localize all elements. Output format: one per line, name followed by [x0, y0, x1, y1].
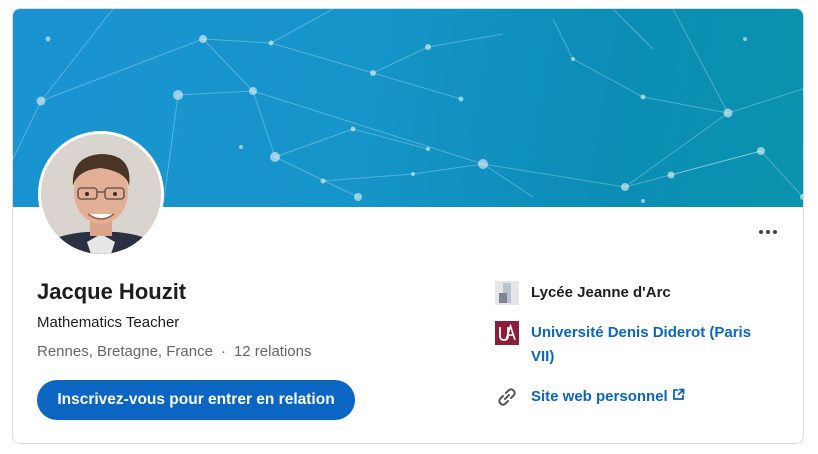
university-logo-icon [495, 321, 519, 345]
profile-meta: Rennes, Bretagne, France · 12 relations [37, 343, 312, 360]
sidebar-item-website[interactable]: Site web personnel [495, 385, 685, 409]
meta-separator: · [220, 343, 226, 360]
website-link[interactable]: Site web personnel [531, 385, 685, 409]
website-label: Site web personnel [531, 388, 668, 405]
external-link-icon [672, 385, 685, 409]
university-name[interactable]: Université Denis Diderot (Paris VII) [531, 321, 771, 369]
more-options-button[interactable] [753, 220, 783, 244]
profile-headline: Mathematics Teacher [37, 314, 180, 331]
school-name: Lycée Jeanne d'Arc [531, 284, 671, 301]
more-horizontal-icon [759, 230, 763, 234]
profile-photo [41, 134, 161, 254]
profile-location: Rennes, Bretagne, France [37, 343, 213, 360]
profile-card: Jacque Houzit Mathematics Teacher Rennes… [12, 8, 804, 444]
link-icon [495, 385, 519, 409]
avatar[interactable] [38, 131, 164, 257]
sidebar-item-university[interactable]: Université Denis Diderot (Paris VII) [495, 321, 771, 369]
school-logo-icon [495, 281, 519, 305]
connect-button[interactable]: Inscrivez-vous pour entrer en relation [37, 380, 355, 420]
connections-count: 12 relations [233, 343, 312, 360]
sidebar-item-school[interactable]: Lycée Jeanne d'Arc [495, 281, 671, 305]
profile-name: Jacque Houzit [37, 279, 187, 304]
